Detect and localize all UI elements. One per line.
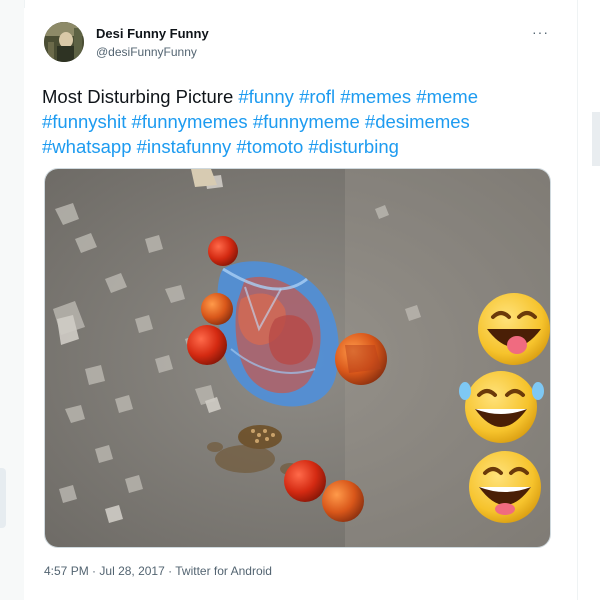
- hashtag-link[interactable]: #tomoto: [236, 136, 303, 157]
- author-handle[interactable]: @desiFunnyFunny: [96, 45, 197, 59]
- laughing-tongue-emoji: [478, 293, 550, 365]
- right-panel-fragment: [592, 112, 600, 166]
- hashtag-link[interactable]: #memes: [340, 86, 411, 107]
- right-sidebar-edge: [577, 0, 600, 600]
- author-name[interactable]: Desi Funny Funny: [96, 26, 209, 41]
- hashtag-link[interactable]: #funnymeme: [253, 111, 360, 132]
- tweet-photo[interactable]: [44, 168, 551, 548]
- tweet-card[interactable]: Desi Funny Funny @desiFunnyFunny ··· Mos…: [24, 8, 567, 600]
- tweet-text: Most Disturbing Picture #funny #rofl #me…: [42, 84, 552, 159]
- page: Desi Funny Funny @desiFunnyFunny ··· Mos…: [0, 0, 600, 600]
- left-sidebar-edge: [0, 0, 25, 600]
- more-horizontal-icon: ···: [532, 24, 549, 40]
- avatar-image: [44, 22, 84, 62]
- tweet-date[interactable]: Jul 28, 2017: [99, 564, 164, 578]
- hashtag-link[interactable]: #meme: [416, 86, 478, 107]
- sidebar-scroll-notch: [0, 468, 6, 528]
- hashtag-link[interactable]: #instafunny: [137, 136, 232, 157]
- more-options-button[interactable]: ···: [532, 24, 549, 40]
- tweet-time[interactable]: 4:57 PM: [44, 564, 89, 578]
- meta-separator: ·: [168, 564, 173, 578]
- hashtag-link[interactable]: #whatsapp: [42, 136, 131, 157]
- hashtag-link[interactable]: #funny: [238, 86, 294, 107]
- tweet-meta: 4:57 PM · Jul 28, 2017 · Twitter for And…: [44, 564, 272, 578]
- laughing-emoji: [469, 451, 541, 523]
- hashtag-link[interactable]: #rofl: [299, 86, 335, 107]
- tweet-intro: Most Disturbing Picture: [42, 86, 234, 107]
- tomato-photo: [45, 169, 550, 547]
- avatar[interactable]: [44, 22, 84, 62]
- hashtag-link[interactable]: #desimemes: [365, 111, 470, 132]
- hashtag-link[interactable]: #funnymemes: [131, 111, 247, 132]
- hashtag-link[interactable]: #funnyshit: [42, 111, 126, 132]
- meta-separator: ·: [92, 564, 97, 578]
- hashtag-link[interactable]: #disturbing: [308, 136, 399, 157]
- tweet-source[interactable]: Twitter for Android: [175, 564, 272, 578]
